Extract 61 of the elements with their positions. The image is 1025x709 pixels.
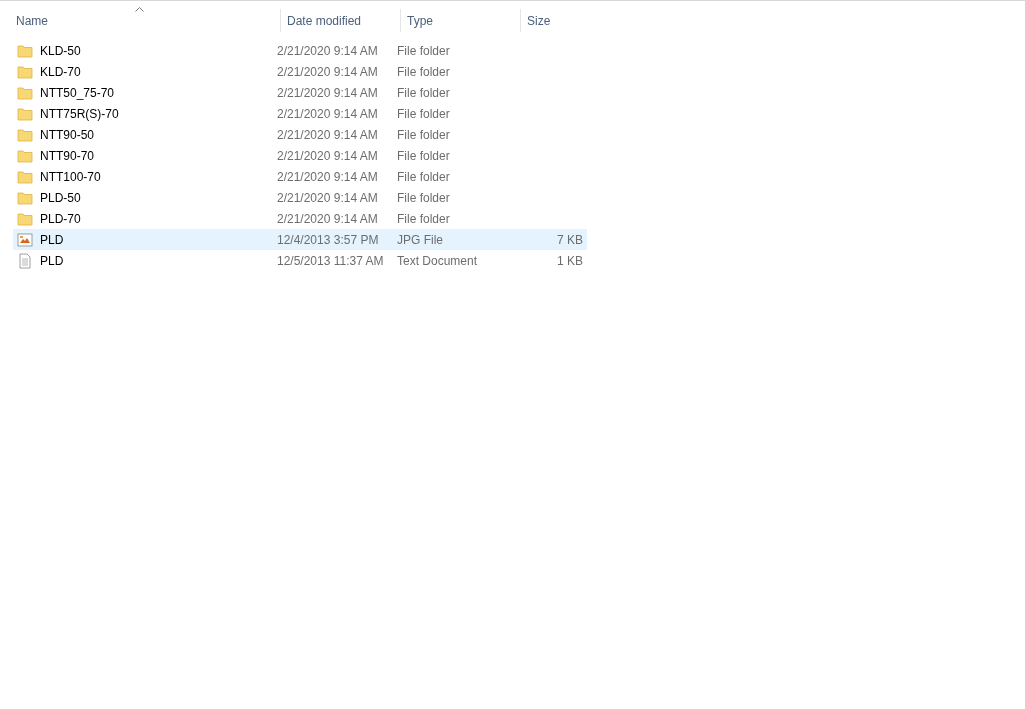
column-header[interactable]: Name [10,1,280,40]
file-name: NTT100-70 [40,168,101,186]
file-row[interactable]: PLD 12/5/2013 11:37 AM Text Document 1 KB [13,250,587,271]
file-row[interactable]: NTT90-50 2/21/2020 9:14 AM File folder [13,124,587,145]
column-header[interactable]: Date modified [280,9,400,32]
file-size: 1 KB [557,252,583,270]
file-row[interactable]: NTT50_75-70 2/21/2020 9:14 AM File folder [13,82,587,103]
file-type: File folder [396,189,451,207]
date-modified: 2/21/2020 9:14 AM [276,126,379,144]
file-type: File folder [396,105,451,123]
folder-icon [17,105,33,122]
file-row[interactable]: NTT75R(S)-70 2/21/2020 9:14 AM File folder [13,103,587,124]
file-name: PLD [40,231,64,249]
folder-icon [17,210,33,227]
file-name: NTT50_75-70 [40,84,115,102]
date-modified: 2/21/2020 9:14 AM [276,42,379,60]
file-type: Text Document [396,252,479,270]
folder-icon [17,126,33,143]
date-modified: 2/21/2020 9:14 AM [276,63,379,81]
file-type: File folder [396,210,451,228]
date-modified: 2/21/2020 9:14 AM [276,168,379,186]
folder-icon [17,147,33,164]
folder-icon [17,84,33,101]
file-row[interactable]: KLD-50 2/21/2020 9:14 AM File folder [13,40,587,61]
file-type: File folder [396,126,451,144]
folder-icon [17,189,33,206]
file-row[interactable]: NTT90-70 2/21/2020 9:14 AM File folder [13,145,587,166]
image-file-icon [17,231,33,248]
file-name: KLD-50 [40,42,81,60]
date-modified: 2/21/2020 9:14 AM [276,84,379,102]
folder-icon [17,168,33,185]
file-name: PLD [40,252,64,270]
file-name: KLD-70 [40,63,81,81]
date-modified: 2/21/2020 9:14 AM [276,105,379,123]
date-modified: 2/21/2020 9:14 AM [276,189,379,207]
file-row[interactable]: KLD-70 2/21/2020 9:14 AM File folder [13,61,587,82]
file-type: JPG File [396,231,444,249]
file-name: PLD-50 [40,189,81,207]
file-row[interactable]: NTT100-70 2/21/2020 9:14 AM File folder [13,166,587,187]
date-modified: 2/21/2020 9:14 AM [276,210,379,228]
file-row[interactable]: PLD-50 2/21/2020 9:14 AM File folder [13,187,587,208]
file-size: 7 KB [557,231,583,249]
file-name: NTT90-70 [40,147,95,165]
file-type: File folder [396,147,451,165]
file-name: NTT90-50 [40,126,95,144]
date-modified: 12/5/2013 11:37 AM [276,252,385,270]
column-header[interactable]: Size [520,9,600,32]
file-type: File folder [396,42,451,60]
text-file-icon [17,252,33,269]
folder-icon [17,42,33,59]
file-type: File folder [396,84,451,102]
file-type: File folder [396,168,451,186]
file-type: File folder [396,63,451,81]
column-header[interactable]: Type [400,9,520,32]
date-modified: 2/21/2020 9:14 AM [276,147,379,165]
file-name: NTT75R(S)-70 [40,105,119,123]
folder-icon [17,63,33,80]
file-name: PLD-70 [40,210,81,228]
file-row[interactable]: PLD-70 2/21/2020 9:14 AM File folder [13,208,587,229]
file-row[interactable]: PLD 12/4/2013 3:57 PM JPG File 7 KB [13,229,587,250]
date-modified: 12/4/2013 3:57 PM [276,231,380,249]
